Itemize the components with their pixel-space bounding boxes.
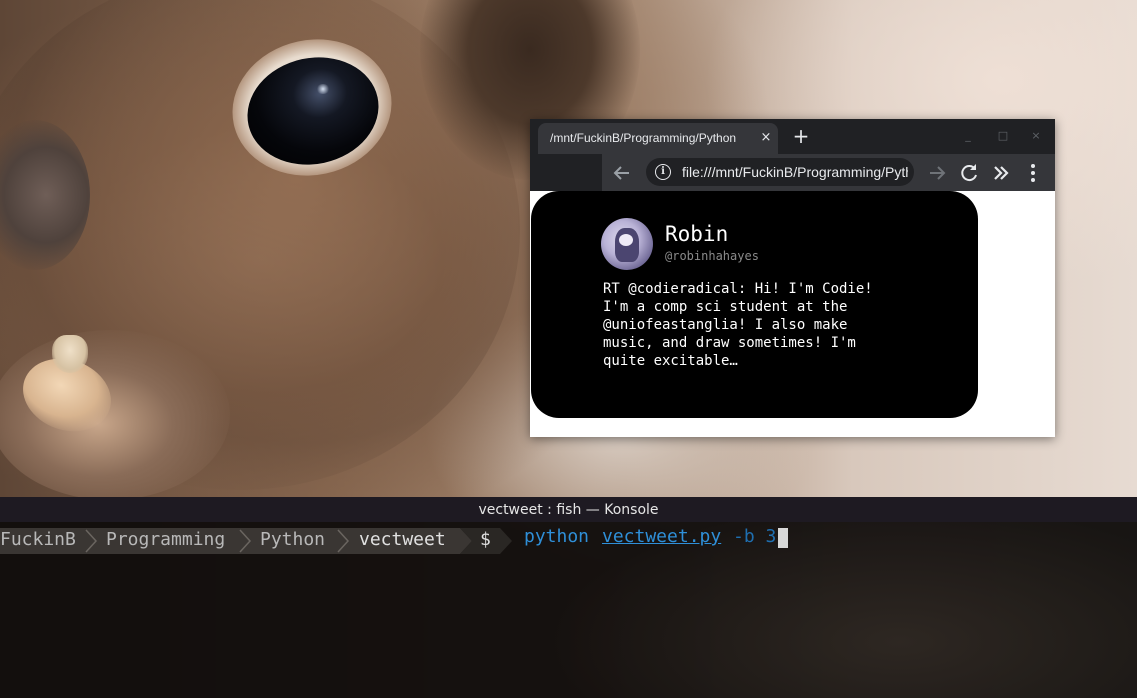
close-window-button[interactable]: × xyxy=(1028,128,1044,144)
extensions-chevron-icon[interactable] xyxy=(989,161,1013,185)
tweet-author-handle: @robinhahayes xyxy=(665,249,759,263)
menu-kebab-icon[interactable] xyxy=(1021,161,1045,185)
address-bar[interactable]: i file:///mnt/FuckinB/Programming/Python… xyxy=(646,158,914,186)
prompt-symbol: $ xyxy=(480,529,491,550)
path-segment-current: vectweet xyxy=(359,529,446,550)
command-name: python xyxy=(524,526,590,547)
forward-arrow-icon[interactable] xyxy=(925,161,949,185)
tweet-line: quite excitable… xyxy=(603,353,738,369)
command-args: -b 3 xyxy=(733,526,777,547)
info-icon[interactable]: i xyxy=(655,164,671,180)
url-text[interactable]: file:///mnt/FuckinB/Programming/Python/v… xyxy=(682,164,908,181)
minimize-button[interactable]: _ xyxy=(960,128,976,144)
path-segment: Programming xyxy=(106,529,226,550)
new-tab-button[interactable]: + xyxy=(790,126,812,148)
konsole-titlebar: vectweet : fish — Konsole xyxy=(0,497,1137,522)
maximize-button[interactable]: □ xyxy=(995,128,1011,144)
tweet-text: RT @codieradical: Hi! I'm Codie! I'm a c… xyxy=(603,280,903,370)
path-segment: Python xyxy=(260,529,326,550)
tab-close-icon[interactable]: × xyxy=(758,130,774,146)
back-arrow-icon[interactable] xyxy=(610,161,634,185)
path-segment: FuckinB xyxy=(0,529,76,550)
tab-title: /mnt/FuckinB/Programming/Python xyxy=(550,131,737,145)
konsole-terminal[interactable]: FuckinB Programming Python vectweet $ py… xyxy=(0,522,1137,698)
squirrel-eye-glint xyxy=(316,84,330,94)
browser-tab[interactable]: /mnt/FuckinB/Programming/Python × xyxy=(538,123,778,154)
tweet-line: RT @codieradical: Hi! I'm Codie! xyxy=(603,281,873,297)
terminal-cursor xyxy=(778,528,788,548)
page-viewport: Robin @robinhahayes RT @codieradical: Hi… xyxy=(530,191,1055,437)
tweet-line: music, and draw sometimes! I'm xyxy=(603,335,856,351)
tweet-author-name: Robin xyxy=(665,222,729,246)
browser-toolbar: i file:///mnt/FuckinB/Programming/Python… xyxy=(530,154,1055,191)
browser-window: /mnt/FuckinB/Programming/Python × + _ □ … xyxy=(530,119,1055,437)
toolbar-left-region xyxy=(530,154,602,191)
tweet-line: I'm a comp sci student at the xyxy=(603,299,848,315)
tab-strip: /mnt/FuckinB/Programming/Python × + _ □ … xyxy=(530,119,1055,154)
avatar-face xyxy=(619,234,633,246)
squirrel-tooth xyxy=(52,335,88,373)
tweet-card: Robin @robinhahayes RT @codieradical: Hi… xyxy=(531,191,978,418)
command-script: vectweet.py xyxy=(602,526,722,547)
avatar xyxy=(601,218,653,270)
tweet-line: @uniofeastanglia! I also make xyxy=(603,317,848,333)
reload-icon[interactable] xyxy=(957,161,981,185)
